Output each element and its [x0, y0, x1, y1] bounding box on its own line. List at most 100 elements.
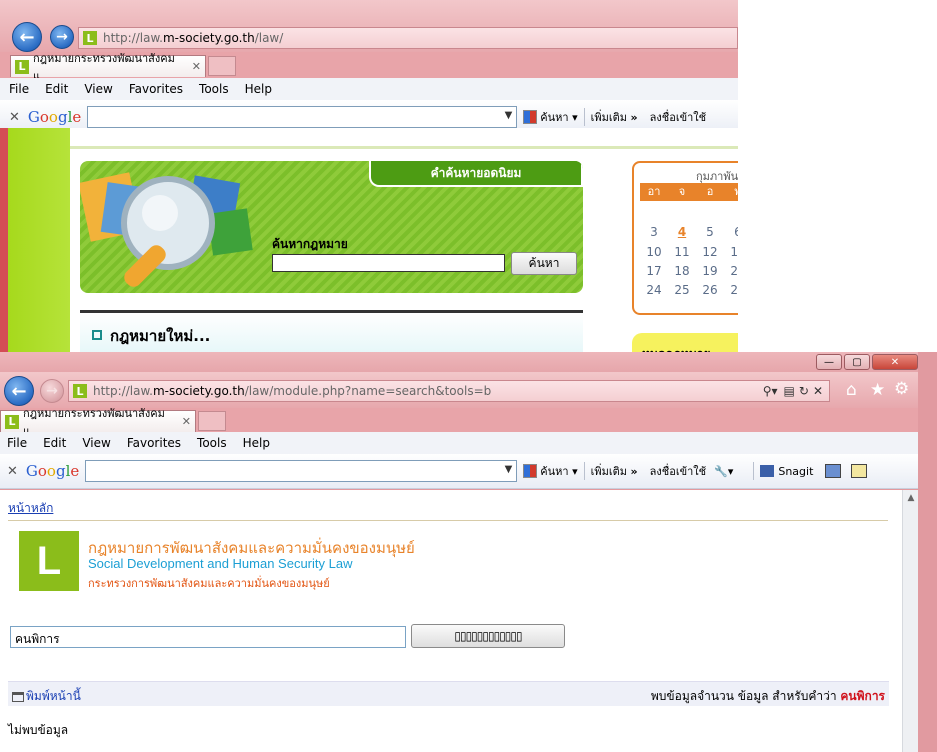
snagit-button[interactable]: Snagit — [760, 465, 813, 478]
calendar-day[interactable]: 19 — [696, 264, 724, 278]
no-data-message: ไม่พบข้อมูล — [8, 723, 69, 737]
weekday: อา — [647, 185, 661, 198]
new-tab-button[interactable] — [208, 56, 236, 76]
side-box: หมดกฎหมาย — [632, 333, 738, 352]
calendar-day[interactable]: 25 — [668, 283, 696, 297]
menu-tools[interactable]: Tools — [199, 82, 229, 96]
gear-icon[interactable]: ⚙ — [894, 379, 909, 399]
google-search-input[interactable]: ▼ — [87, 106, 518, 128]
law-search-input[interactable] — [272, 254, 505, 272]
dropdown-arrow-icon[interactable]: ▼ — [505, 110, 513, 121]
menu-help[interactable]: Help — [245, 82, 272, 96]
back-nav-bar: ← → L http://law. m-society.go.th/law/ — [0, 0, 738, 52]
more-button[interactable]: เพิ่มเติม » — [591, 462, 638, 480]
weekday: อ — [706, 185, 714, 198]
calendar-day[interactable]: 12 — [696, 245, 724, 259]
address-bar[interactable]: L http://law. m-society.go.th/law/module.… — [68, 380, 830, 402]
menu-edit[interactable]: Edit — [45, 82, 68, 96]
print-link[interactable]: พิมพ์หน้านี้ — [12, 687, 81, 706]
calendar-row: 10 11 12 13 — [640, 245, 738, 259]
close-toolbar-icon[interactable]: ✕ — [7, 464, 18, 479]
calendar-weekdays: อา จ อ พ — [640, 183, 738, 201]
favorites-star-icon[interactable]: ★ — [870, 380, 885, 400]
url-prefix: http://law. — [93, 384, 153, 398]
menu-tools[interactable]: Tools — [197, 436, 227, 450]
new-tab-button[interactable] — [198, 411, 226, 431]
calendar-day[interactable]: 27 — [724, 283, 738, 297]
refresh-icon[interactable]: ↻ — [799, 384, 809, 398]
calendar-day[interactable]: 17 — [640, 264, 668, 278]
front-page-content: หน้าหลัก L กฎหมายการพัฒนาสังคมและความมั่… — [0, 490, 902, 752]
forward-button[interactable]: → — [40, 379, 64, 403]
google-icon — [523, 110, 538, 124]
calendar-day[interactable]: 5 — [696, 225, 724, 239]
calendar-day[interactable]: 10 — [640, 245, 668, 259]
menu-view[interactable]: View — [82, 436, 110, 450]
snagit-capture-icon[interactable] — [851, 464, 868, 478]
signin-button[interactable]: ลงชื่อเข้าใช้ — [650, 108, 706, 126]
result-bar: พิมพ์หน้านี้ พบข้อมูลจำนวน ข้อมูล สำหรับ… — [8, 681, 889, 706]
calendar-day[interactable]: 13 — [724, 245, 738, 259]
wrench-icon[interactable]: 🔧▾ — [714, 465, 733, 478]
toolbar-separator — [583, 108, 585, 126]
back-button[interactable]: ← — [4, 376, 34, 406]
result-summary: พบข้อมูลจำนวน ข้อมูล สำหรับคำว่า คนพิการ — [650, 689, 885, 703]
google-search-button[interactable]: ค้นหา ▾ — [523, 108, 578, 126]
calendar-day[interactable]: 26 — [696, 283, 724, 297]
home-link[interactable]: หน้าหลัก — [8, 499, 53, 518]
calendar-day[interactable]: 6 — [724, 225, 738, 239]
menu-edit[interactable]: Edit — [43, 436, 66, 450]
google-search-button[interactable]: ค้นหา ▾ — [523, 462, 578, 480]
new-laws-section: กฎหมายใหม่... — [80, 310, 583, 352]
scroll-up-icon[interactable]: ▲ — [903, 490, 919, 506]
popular-searches-tab[interactable]: คำค้นหายอดนิยม — [369, 161, 583, 187]
url-domain: m-society.go.th — [152, 384, 245, 398]
forward-button[interactable]: → — [50, 25, 74, 49]
calendar-day[interactable]: 11 — [668, 245, 696, 259]
search-input[interactable]: คนพิการ — [10, 626, 406, 648]
url-path: /law/ — [254, 31, 284, 45]
stop-icon[interactable]: ✕ — [813, 384, 823, 398]
signin-button[interactable]: ลงชื่อเข้าใช้ — [650, 462, 706, 480]
close-tab-icon[interactable]: ✕ — [192, 60, 201, 73]
calendar-day-today[interactable]: 4 — [668, 225, 696, 239]
toolbar-separator — [583, 462, 585, 480]
tab-active[interactable]: L กฎหมายกระทรวงพัฒนาสังคมแ... ✕ — [10, 52, 206, 83]
calendar-day[interactable]: 3 — [640, 225, 668, 239]
site-favicon: L — [83, 31, 97, 45]
close-window-button[interactable]: ✕ — [872, 354, 918, 370]
search-button[interactable]: ▯▯▯▯▯▯▯▯▯▯▯▯ — [411, 624, 565, 648]
close-tab-icon[interactable]: ✕ — [182, 415, 191, 428]
compat-view-icon[interactable]: ▤ — [784, 384, 795, 398]
menu-favorites[interactable]: Favorites — [127, 436, 181, 450]
calendar-day[interactable]: 24 — [640, 283, 668, 297]
left-green-strip — [0, 128, 70, 352]
google-search-input[interactable]: ▼ — [85, 460, 518, 482]
minimize-button[interactable]: — — [816, 354, 842, 370]
google-logo: Google — [25, 462, 80, 480]
law-search-button[interactable]: ค้นหา — [511, 252, 577, 275]
menu-file[interactable]: File — [7, 436, 27, 450]
vertical-scrollbar[interactable]: ▲ — [902, 490, 919, 752]
menu-help[interactable]: Help — [243, 436, 270, 450]
home-icon[interactable]: ⌂ — [846, 380, 857, 400]
dropdown-arrow-icon[interactable]: ▼ — [505, 464, 513, 475]
maximize-button[interactable]: ▢ — [844, 354, 870, 370]
more-button[interactable]: เพิ่มเติม » — [591, 108, 638, 126]
tab-active[interactable]: L กฎหมายกระทรวงพัฒนาสังคมแ... ✕ — [0, 407, 196, 438]
tab-favicon: L — [15, 59, 29, 74]
google-icon — [523, 464, 538, 478]
menu-file[interactable]: File — [9, 82, 29, 96]
back-button[interactable]: ← — [12, 22, 42, 52]
calendar-day[interactable]: 18 — [668, 264, 696, 278]
header-divider — [8, 520, 888, 521]
tab-favicon: L — [5, 414, 19, 429]
calendar-day[interactable]: 20 — [724, 264, 738, 278]
new-laws-heading: กฎหมายใหม่... — [110, 327, 211, 345]
address-bar[interactable]: L http://law. m-society.go.th/law/ — [78, 27, 738, 49]
menu-favorites[interactable]: Favorites — [129, 82, 183, 96]
search-icon[interactable]: ⚲▾ — [763, 384, 778, 398]
snagit-window-icon[interactable] — [825, 464, 842, 478]
close-toolbar-icon[interactable]: ✕ — [9, 110, 20, 125]
menu-view[interactable]: View — [84, 82, 112, 96]
